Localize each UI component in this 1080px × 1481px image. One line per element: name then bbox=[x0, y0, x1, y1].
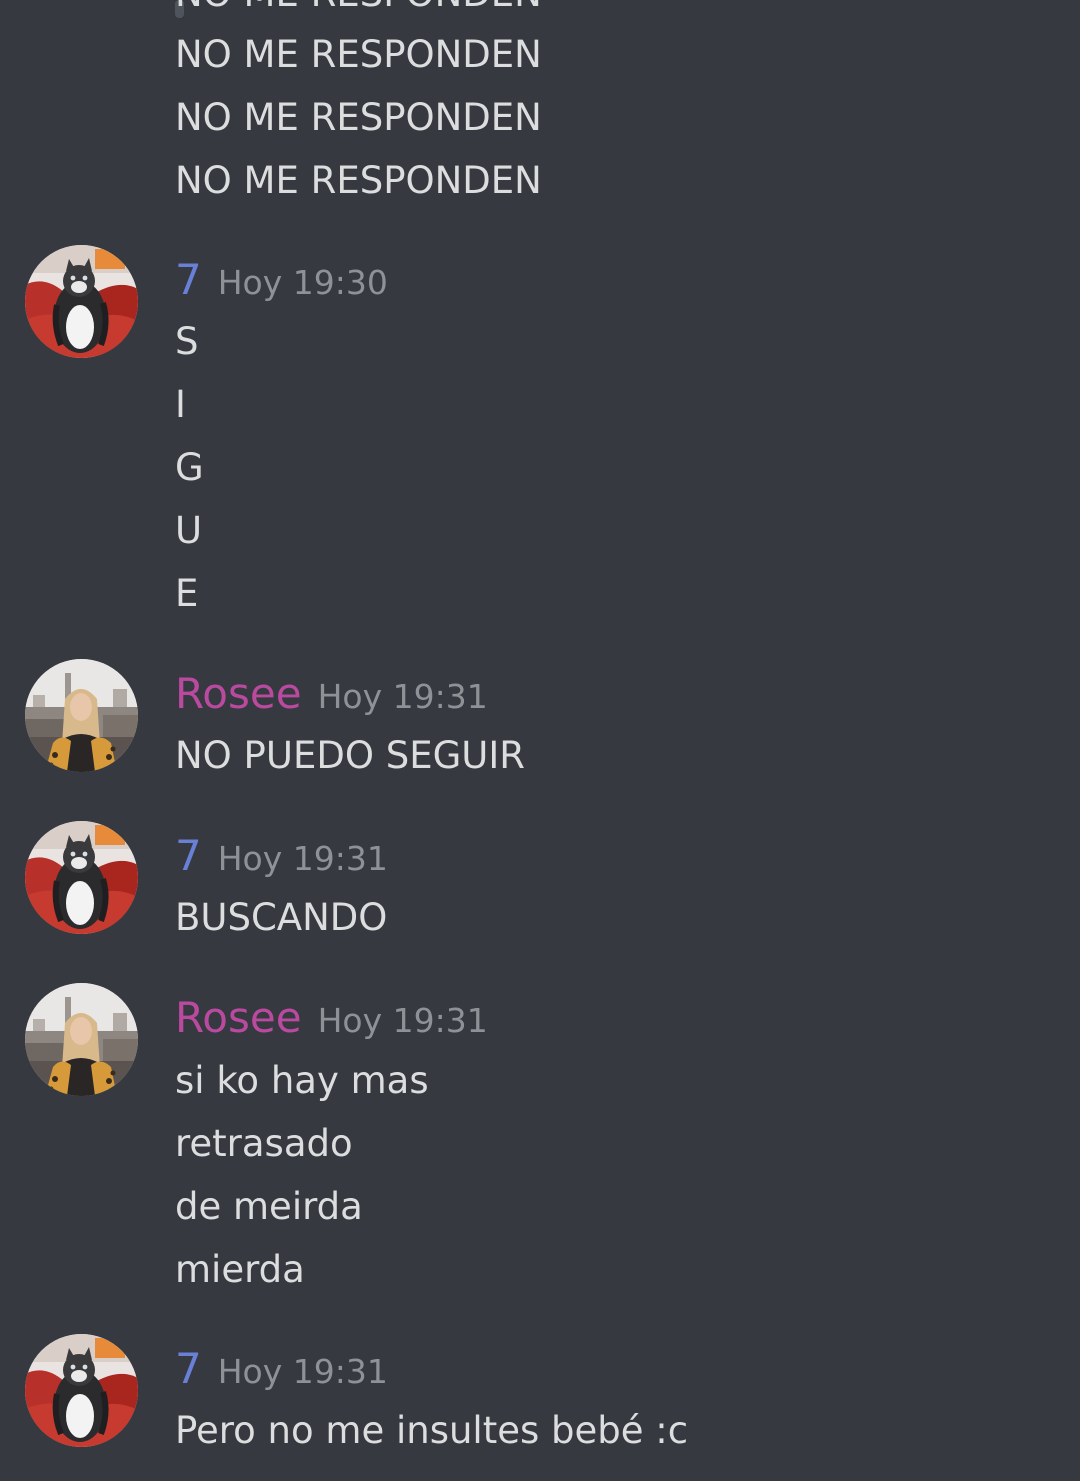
message-header: 7 Hoy 19:30 bbox=[175, 255, 388, 305]
chat-message-list[interactable]: NO ME RESPONDEN NO ME RESPONDEN NO ME RE… bbox=[0, 0, 1080, 1481]
message-line: BUSCANDO bbox=[175, 896, 388, 939]
timestamp: Hoy 19:31 bbox=[317, 677, 488, 716]
username[interactable]: 7 bbox=[175, 831, 202, 880]
message-header: Rosee Hoy 19:31 bbox=[175, 669, 488, 719]
message-line: NO PUEDO SEGUIR bbox=[175, 734, 525, 777]
message-header: Rosee Hoy 19:31 bbox=[175, 993, 488, 1043]
message-header: 7 Hoy 19:31 bbox=[175, 1344, 388, 1394]
timestamp: Hoy 19:30 bbox=[217, 263, 388, 302]
timestamp: Hoy 19:31 bbox=[217, 839, 388, 878]
message-line: NO ME RESPONDEN bbox=[175, 0, 542, 18]
username[interactable]: Rosee bbox=[175, 669, 302, 718]
timestamp: Hoy 19:31 bbox=[317, 1001, 488, 1040]
message-line: U bbox=[175, 509, 203, 552]
woman-photo-avatar[interactable] bbox=[25, 983, 138, 1096]
message-line: de meirda bbox=[175, 1185, 363, 1228]
message-line: NO ME RESPONDEN bbox=[175, 159, 542, 202]
message-line: Pero no me insultes bebé :c bbox=[175, 1409, 689, 1452]
message-line: NO ME RESPONDEN bbox=[175, 96, 542, 139]
message-line: E bbox=[175, 572, 199, 615]
message-line: NO ME RESPONDEN bbox=[175, 33, 542, 76]
message-line: S bbox=[175, 320, 199, 363]
timestamp: Hoy 19:31 bbox=[217, 1352, 388, 1391]
message-line: I bbox=[175, 383, 186, 426]
message-line: G bbox=[175, 446, 204, 489]
cat-photo-avatar[interactable] bbox=[25, 821, 138, 934]
message-line: retrasado bbox=[175, 1122, 353, 1165]
woman-photo-avatar[interactable] bbox=[25, 659, 138, 772]
cat-photo-avatar[interactable] bbox=[25, 1334, 138, 1447]
cat-photo-avatar[interactable] bbox=[25, 245, 138, 358]
username[interactable]: 7 bbox=[175, 255, 202, 304]
username[interactable]: 7 bbox=[175, 1344, 202, 1393]
username[interactable]: Rosee bbox=[175, 993, 302, 1042]
message-line: mierda bbox=[175, 1248, 305, 1291]
message-header: 7 Hoy 19:31 bbox=[175, 831, 388, 881]
message-line: si ko hay mas bbox=[175, 1059, 429, 1102]
